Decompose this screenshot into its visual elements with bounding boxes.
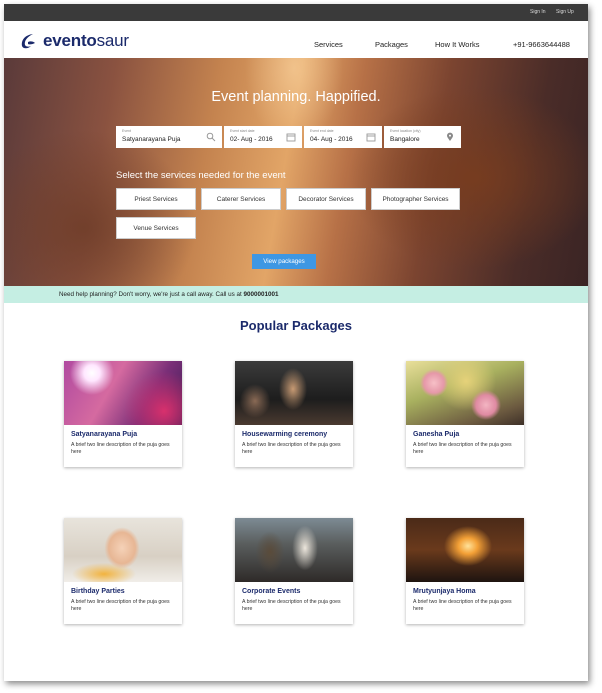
package-description: A brief two line description of the puja… <box>71 442 170 455</box>
page-frame: Sign In Sign Up eventosaur Services Pack… <box>4 4 588 681</box>
package-name: Housewarming ceremony <box>242 431 328 438</box>
hero-title: Event planning. Happified. <box>211 89 381 105</box>
event-field-value: Satyanarayana Puja <box>122 136 181 143</box>
brand-name: eventosaur <box>43 31 129 50</box>
photographer-services-button[interactable]: Photographer Services <box>371 188 460 210</box>
sign-in-link[interactable]: Sign In <box>530 9 546 15</box>
event-search-field[interactable]: Event Satyanarayana Puja <box>116 126 222 148</box>
help-bar: Need help planning? Don't worry, we're j… <box>4 286 588 303</box>
package-description: A brief two line description of the puja… <box>413 599 512 612</box>
package-card[interactable]: Housewarming ceremony A brief two line d… <box>235 361 353 467</box>
logo[interactable]: eventosaur <box>19 31 129 51</box>
header: eventosaur Services Packages How It Work… <box>4 21 588 58</box>
logo-mark-icon <box>21 34 35 49</box>
package-name: Birthday Parties <box>71 588 125 595</box>
package-name: Satyanarayana Puja <box>71 431 138 438</box>
event-field-label: Event <box>122 129 131 133</box>
package-image <box>64 361 182 425</box>
help-phone[interactable]: 9000001001 <box>244 291 279 298</box>
location-field[interactable]: Event location (city) Bangalore <box>384 126 461 148</box>
start-date-value: 02- Aug - 2016 <box>230 136 273 143</box>
package-name: Corporate Events <box>242 588 301 595</box>
start-date-label: Event start date <box>230 129 255 133</box>
package-description: A brief two line description of the puja… <box>71 599 170 612</box>
end-date-label: Event end date <box>310 129 334 133</box>
location-value: Bangalore <box>390 136 420 143</box>
sign-up-link[interactable]: Sign Up <box>556 9 574 15</box>
view-packages-button[interactable]: View packages <box>252 254 316 269</box>
package-card[interactable]: Corporate Events A brief two line descri… <box>235 518 353 624</box>
nav-packages[interactable]: Packages <box>375 40 408 49</box>
search-icon <box>206 132 216 142</box>
nav-how-it-works[interactable]: How It Works <box>435 40 479 49</box>
top-bar: Sign In Sign Up <box>4 4 588 21</box>
package-card[interactable]: Satyanarayana Puja A brief two line desc… <box>64 361 182 467</box>
nav-services[interactable]: Services <box>314 40 343 49</box>
calendar-icon <box>286 133 296 142</box>
venue-services-button[interactable]: Venue Services <box>116 217 196 239</box>
end-date-value: 04- Aug - 2016 <box>310 136 353 143</box>
package-image <box>235 518 353 582</box>
decorator-services-button[interactable]: Decorator Services <box>286 188 366 210</box>
package-name: Mrutyunjaya Homa <box>413 588 476 595</box>
help-text: Need help planning? Don't worry, we're j… <box>59 291 279 298</box>
package-card[interactable]: Birthday Parties A brief two line descri… <box>64 518 182 624</box>
location-pin-icon <box>447 132 453 141</box>
package-name: Ganesha Puja <box>413 431 460 438</box>
services-title: Select the services needed for the event <box>116 170 286 181</box>
package-card[interactable]: Ganesha Puja A brief two line descriptio… <box>406 361 524 467</box>
nav-phone[interactable]: +91-9663644488 <box>513 40 570 49</box>
popular-packages-title: Popular Packages <box>240 318 352 333</box>
package-image <box>406 361 524 425</box>
priest-services-button[interactable]: Priest Services <box>116 188 196 210</box>
package-description: A brief two line description of the puja… <box>242 442 341 455</box>
start-date-field[interactable]: Event start date 02- Aug - 2016 <box>224 126 302 148</box>
package-image <box>64 518 182 582</box>
package-description: A brief two line description of the puja… <box>242 599 341 612</box>
calendar-icon <box>366 133 376 142</box>
hero-section: Event planning. Happified. Event Satyana… <box>4 58 588 286</box>
package-description: A brief two line description of the puja… <box>413 442 512 455</box>
package-image <box>235 361 353 425</box>
location-label: Event location (city) <box>390 129 421 133</box>
caterer-services-button[interactable]: Caterer Services <box>201 188 281 210</box>
end-date-field[interactable]: Event end date 04- Aug - 2016 <box>304 126 382 148</box>
package-card[interactable]: Mrutyunjaya Homa A brief two line descri… <box>406 518 524 624</box>
package-image <box>406 518 524 582</box>
